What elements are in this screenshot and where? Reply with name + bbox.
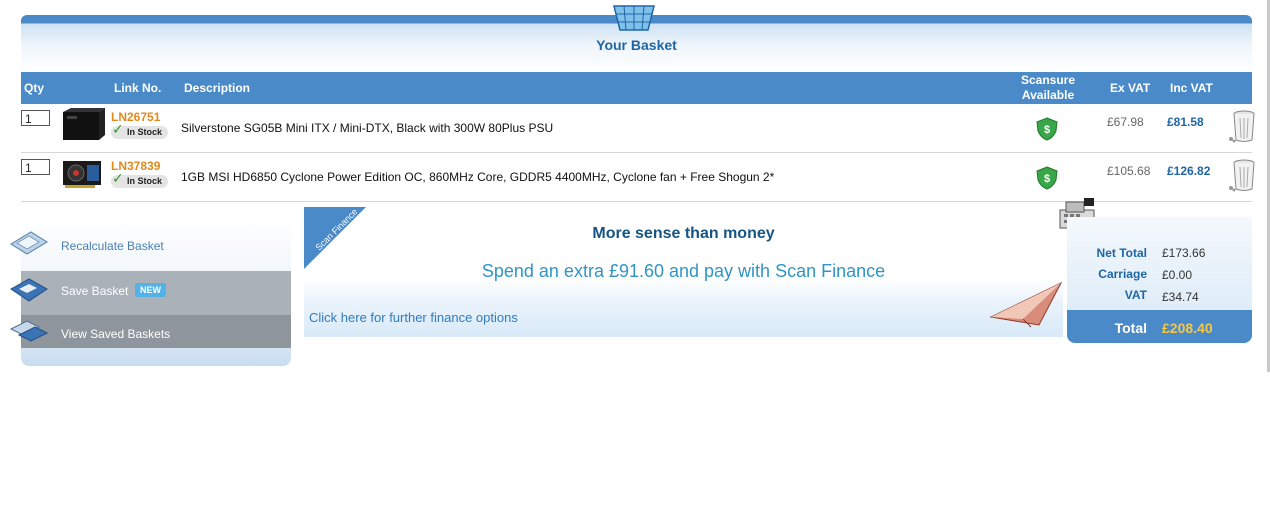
- finance-promo-panel: Scan Finance More sense than money Spend…: [304, 207, 1063, 337]
- table-row: 1 LN26751 ✓ In Stock Silverstone SG05B M…: [21, 104, 1255, 153]
- column-header-description: Description: [184, 81, 251, 95]
- net-total-value: £173.66: [1162, 246, 1206, 260]
- price-inc-vat: £81.58: [1167, 115, 1204, 129]
- column-header-ex-vat: Ex VAT: [1110, 81, 1151, 95]
- svg-text:$: $: [1044, 173, 1050, 185]
- save-disk-icon: [10, 278, 48, 302]
- finance-offer-text: Spend an extra £91.60 and pay with Scan …: [481, 261, 886, 281]
- svg-text:$: $: [1044, 124, 1050, 136]
- price-ex-vat: £67.98: [1107, 115, 1144, 129]
- check-icon: ✓: [112, 170, 124, 186]
- price-ex-vat: £105.68: [1107, 164, 1151, 178]
- product-thumbnail[interactable]: [61, 157, 105, 191]
- product-description[interactable]: 1GB MSI HD6850 Cyclone Power Edition OC,…: [181, 170, 774, 184]
- saved-baskets-icon: [9, 320, 49, 342]
- order-totals-panel: Net Total £173.66 Carriage £0.00 VAT £34…: [1067, 217, 1252, 343]
- remove-bin-icon[interactable]: [1228, 108, 1256, 144]
- check-icon: ✓: [112, 121, 124, 137]
- calculator-icon: [10, 231, 48, 255]
- new-badge: NEW: [135, 283, 166, 297]
- net-total-label: Net Total: [1096, 246, 1147, 260]
- scansure-shield-icon[interactable]: $: [1036, 166, 1058, 190]
- basket-actions-panel: Recalculate Basket Save Basket NEW View …: [9, 216, 291, 366]
- total-label: Total: [1114, 320, 1147, 336]
- column-header-scansure: Scansure Available: [1020, 73, 1076, 102]
- product-description[interactable]: Silverstone SG05B Mini ITX / Mini-DTX, B…: [181, 121, 553, 135]
- page-title: Your Basket: [596, 37, 677, 53]
- save-basket-label: Save Basket: [61, 284, 129, 298]
- grand-total-bar: Total £208.40: [1067, 310, 1252, 343]
- table-row: 1 LN37839 ✓ In Stock 1GB MSI HD6850 Cycl…: [21, 153, 1255, 202]
- stock-label: In Stock: [127, 176, 163, 186]
- recalculate-label: Recalculate Basket: [61, 239, 164, 253]
- vat-label: VAT: [1124, 288, 1147, 302]
- quantity-input[interactable]: 1: [21, 159, 50, 175]
- price-inc-vat: £126.82: [1167, 164, 1211, 178]
- vat-value: £34.74: [1162, 290, 1199, 304]
- basket-icon: [613, 5, 655, 31]
- remove-bin-icon[interactable]: [1228, 157, 1256, 193]
- product-thumbnail[interactable]: [61, 108, 105, 142]
- carriage-label: Carriage: [1098, 267, 1147, 281]
- scansure-shield-icon[interactable]: $: [1036, 117, 1058, 141]
- finance-headline: More sense than money: [592, 225, 775, 242]
- stock-badge: ✓ In Stock: [111, 170, 169, 188]
- view-saved-baskets-label: View Saved Baskets: [61, 327, 171, 341]
- column-header-inc-vat: Inc VAT: [1170, 81, 1213, 95]
- stock-label: In Stock: [127, 127, 163, 137]
- total-value: £208.40: [1162, 320, 1213, 336]
- carriage-value: £0.00: [1162, 268, 1193, 282]
- column-header-qty: Qty: [24, 81, 45, 95]
- stock-badge: ✓ In Stock: [111, 121, 169, 139]
- view-saved-baskets-button[interactable]: View Saved Baskets: [9, 315, 291, 348]
- save-basket-button[interactable]: Save Basket NEW: [10, 271, 291, 315]
- table-header: Qty Link No. Description Scansure Availa…: [21, 72, 1252, 104]
- recalculate-basket-button[interactable]: Recalculate Basket: [10, 216, 291, 260]
- column-header-link-no: Link No.: [114, 81, 162, 95]
- quantity-input[interactable]: 1: [21, 110, 50, 126]
- paper-plane-icon: [989, 281, 1063, 328]
- finance-options-link[interactable]: Click here for further finance options: [309, 310, 518, 325]
